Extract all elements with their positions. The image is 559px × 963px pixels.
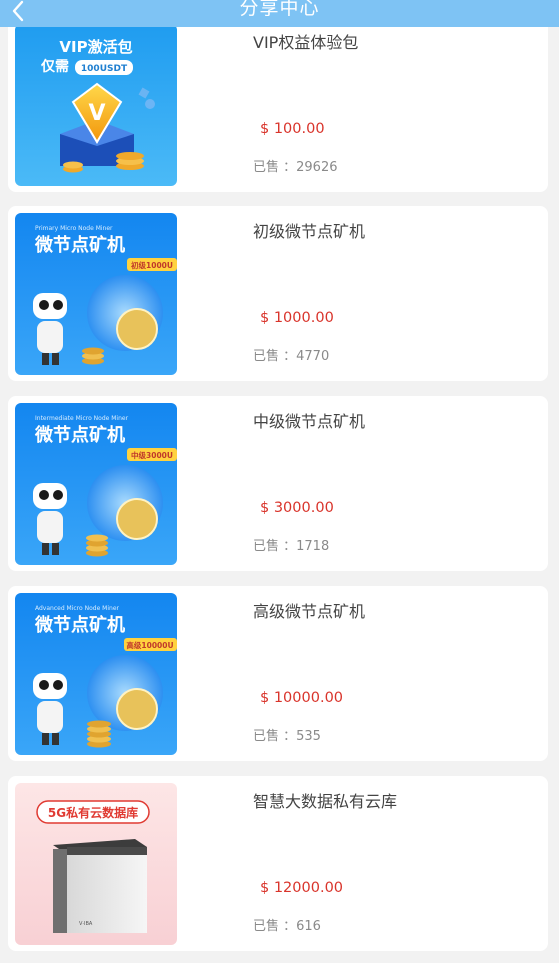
sold-label: 已售 ： xyxy=(253,729,297,744)
product-image-advanced-miner[interactable]: Advanced Micro Node Miner 微节点矿机 高级10000U xyxy=(15,593,177,755)
header-bar: 分享中心 xyxy=(0,0,559,27)
sold-count: 616 xyxy=(296,919,321,934)
svg-text:V: V xyxy=(88,101,105,126)
product-sold: 已售 ：4770 xyxy=(253,345,329,364)
product-image-private-cloud[interactable]: 5G私有云数据库 V·IBA xyxy=(15,783,177,945)
product-card-primary-miner[interactable]: Primary Micro Node Miner 微节点矿机 初级1000U 初… xyxy=(8,206,548,381)
product-name[interactable]: VIP权益体验包 xyxy=(253,29,358,53)
product-sold: 已售 ：1718 xyxy=(253,535,329,554)
thumb-subtitle: Primary Micro Node Miner xyxy=(35,225,113,232)
product-name[interactable]: 智慧大数据私有云库 xyxy=(253,788,397,812)
thumb-subtitle: Advanced Micro Node Miner xyxy=(35,605,120,612)
sold-count: 4770 xyxy=(296,349,330,364)
thumb-title: 微节点矿机 xyxy=(34,424,125,446)
sold-label: 已售 ： xyxy=(253,349,297,364)
thumb-tag: 初级1000U xyxy=(131,260,173,270)
sold-label: 已售 ： xyxy=(253,919,297,934)
product-price: $ 10000.00 xyxy=(260,690,344,706)
product-price: $ 1000.00 xyxy=(260,310,334,326)
sold-count: 29626 xyxy=(296,160,338,175)
sold-count: 535 xyxy=(296,729,321,744)
product-card-private-cloud[interactable]: 5G私有云数据库 V·IBA 智慧大数据私有云库 $ 12000.00 已售 ：… xyxy=(8,776,548,951)
product-name[interactable]: 中级微节点矿机 xyxy=(253,408,365,432)
product-price: $ 100.00 xyxy=(260,121,325,137)
product-card-intermediate-miner[interactable]: Intermediate Micro Node Miner 微节点矿机 中级30… xyxy=(8,396,548,571)
product-image-vip[interactable]: VIP激活包 仅需 100USDT V xyxy=(15,24,177,186)
product-image-intermediate-miner[interactable]: Intermediate Micro Node Miner 微节点矿机 中级30… xyxy=(15,403,177,565)
product-price: $ 12000.00 xyxy=(260,880,344,896)
sold-label: 已售 ： xyxy=(253,539,297,554)
product-card-advanced-miner[interactable]: Advanced Micro Node Miner 微节点矿机 高级10000U… xyxy=(8,586,548,761)
thumb-vip-line2: 仅需 xyxy=(40,58,69,75)
sold-label: 已售 ： xyxy=(253,160,297,175)
thumb-title: 微节点矿机 xyxy=(34,614,125,636)
product-name[interactable]: 初级微节点矿机 xyxy=(253,218,365,242)
product-name[interactable]: 高级微节点矿机 xyxy=(253,598,365,622)
product-price: $ 3000.00 xyxy=(260,500,334,516)
thumb-vip-badge: 100USDT xyxy=(81,64,128,74)
thumb-subtitle: Intermediate Micro Node Miner xyxy=(35,415,129,422)
svg-text:V·IBA: V·IBA xyxy=(79,921,93,927)
product-image-primary-miner[interactable]: Primary Micro Node Miner 微节点矿机 初级1000U xyxy=(15,213,177,375)
thumb-tag: 中级3000U xyxy=(131,450,173,460)
product-card-vip[interactable]: VIP激活包 仅需 100USDT V VIP权益体验包 $ 100.00 已售… xyxy=(8,17,548,192)
product-sold: 已售 ：535 xyxy=(253,725,321,744)
sold-count: 1718 xyxy=(296,539,330,554)
thumb-title: 微节点矿机 xyxy=(34,234,125,256)
thumb-vip-line1: VIP激活包 xyxy=(59,38,132,56)
product-sold: 已售 ：29626 xyxy=(253,156,338,175)
thumb-title: 5G私有云数据库 xyxy=(48,805,138,820)
page-title: 分享中心 xyxy=(239,0,320,19)
product-sold: 已售 ：616 xyxy=(253,915,321,934)
thumb-tag: 高级10000U xyxy=(126,640,173,650)
